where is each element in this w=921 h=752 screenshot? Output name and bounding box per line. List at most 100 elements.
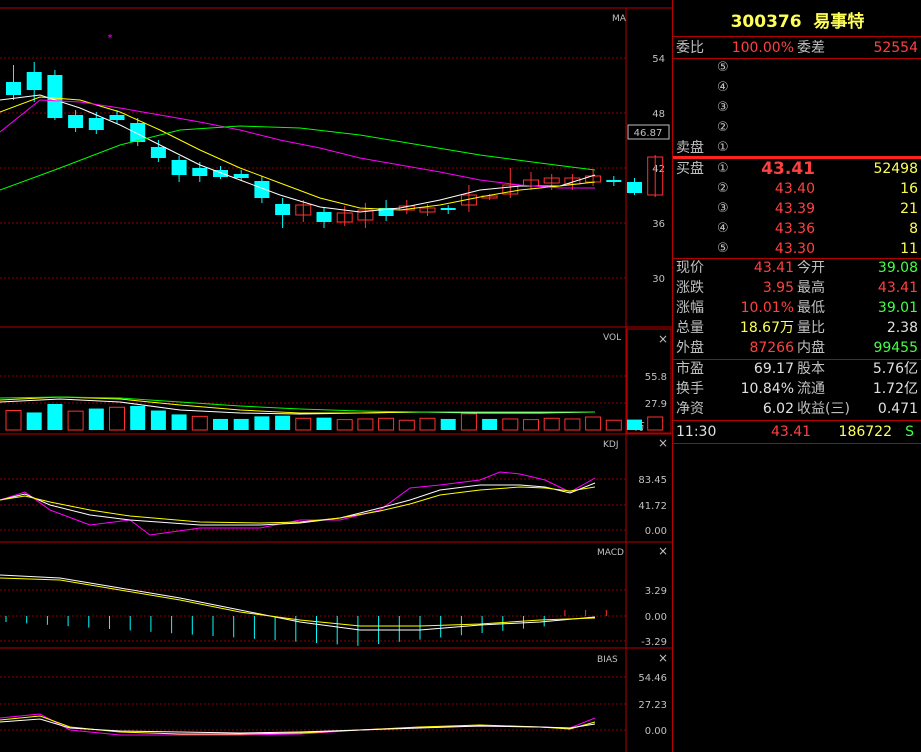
candle-body-down [254, 181, 270, 198]
mark-star: * [108, 33, 113, 44]
volume-bar-up [647, 416, 664, 431]
volume-bar-up [378, 417, 395, 431]
weibi-label: 委比 [676, 40, 704, 56]
stat-label: 总量 [676, 320, 704, 336]
candle-body-down [606, 180, 622, 182]
stat-row: 现价 43.41 今开 39.08 [673, 258, 921, 278]
buy-volume: 8 [909, 221, 918, 237]
weibi-value: 100.00% [731, 40, 794, 56]
fundamental-row: 换手 10.84% 流通 1.72亿 [673, 379, 921, 399]
volume-bar-up [523, 419, 539, 431]
buy-level-row: ② 43.40 16 [673, 179, 921, 199]
macd-tick-label: 0.00 [645, 612, 667, 623]
close-icon[interactable]: × [658, 651, 668, 665]
stat-value: 10.01% [740, 300, 794, 316]
buy-price: 43.36 [774, 221, 815, 237]
volume-bar-down [316, 417, 332, 430]
volume-bar-up [460, 413, 477, 431]
weibi-row: 委比 100.00% 委差 52554 [673, 38, 921, 58]
tick-time: 11:30 [676, 424, 717, 440]
bias-line-2 [0, 715, 596, 735]
stat-label: 涨跌 [676, 280, 704, 296]
sell-level-number: ① [717, 140, 729, 155]
close-icon[interactable]: × [658, 332, 668, 346]
ma-label: MA [612, 14, 627, 24]
price-tick-label: 36 [652, 219, 665, 230]
candle-body-down [26, 72, 42, 90]
kline-chart-area[interactable]: MA544842363046.87VOL55.827.9X万KDJ83.4541… [0, 0, 672, 752]
bias-tick-label: 54.46 [638, 673, 667, 684]
fund-label: 净资 [676, 401, 704, 417]
sell-level-number: ② [717, 120, 729, 135]
macd-label: MACD [597, 548, 624, 558]
volume-bar-up [5, 410, 22, 431]
stat-value: 43.41 [877, 280, 918, 296]
stat-value: 39.08 [877, 260, 918, 276]
candle-body-down [109, 115, 125, 120]
stock-header: 300376 易事特 [673, 8, 921, 37]
bias-tick-label: 0.00 [645, 726, 667, 737]
stat-value: 3.95 [762, 280, 794, 296]
kdj-j-line [0, 471, 596, 536]
tick-row: 11:30 43.41 186722 S [673, 422, 921, 442]
kdj-tick-label: 0.00 [645, 526, 667, 537]
stat-label: 量比 [797, 320, 825, 336]
volume-bar-down [88, 408, 104, 430]
buy-price: 43.41 [761, 159, 815, 179]
fund-value: 69.17 [753, 361, 794, 377]
volume-bar-down [275, 415, 291, 430]
price-tick-label: 54 [652, 54, 665, 65]
stat-row: 涨幅 10.01% 最低 39.01 [673, 298, 921, 318]
sell-level-row: ④ [673, 78, 921, 98]
candle-body-down [275, 204, 291, 215]
close-icon[interactable]: × [658, 544, 668, 558]
stat-label: 内盘 [797, 340, 825, 356]
vol-tick-label: 27.9 [645, 399, 667, 410]
buy-price: 43.30 [774, 241, 815, 257]
volume-bar-up [398, 419, 415, 431]
sell-level-row: ③ [673, 98, 921, 118]
stat-row: 总量 18.67万 量比 2.38 [673, 318, 921, 338]
bias-label: BIAS [597, 655, 618, 665]
fundamental-row: 市盈 69.17 股本 5.76亿 [673, 359, 921, 379]
volume-bar-down [26, 412, 42, 430]
buy-volume: 16 [900, 181, 918, 197]
volume-bar-up [502, 418, 519, 431]
bias-tick-label: 27.23 [638, 700, 667, 711]
buy-level-number: ⑤ [717, 241, 729, 256]
stat-label: 今开 [797, 260, 825, 276]
tick-volume: 186722 [838, 424, 892, 440]
sell-level-row: ⑤ [673, 58, 921, 78]
stock-name: 易事特 [813, 12, 865, 32]
volume-bar-down [213, 418, 228, 430]
stat-label: 外盘 [676, 340, 704, 356]
volume-bar-up [357, 418, 374, 431]
fund-label: 股本 [797, 361, 825, 377]
buy-price: 43.40 [774, 181, 815, 197]
candle-body-down [88, 118, 104, 130]
quote-panel: 300376 易事特 委比 100.00% 委差 52554 ⑤ ④ ③ ② 卖盘 ① 买盘 ① 43.4… [672, 0, 921, 752]
stat-value: 2.38 [886, 320, 918, 336]
tick-side: S [905, 424, 914, 440]
stat-row: 涨跌 3.95 最高 43.41 [673, 278, 921, 298]
volume-bar-up [109, 406, 125, 431]
kdj-label: KDJ [603, 440, 619, 450]
macd-tick-label: -3.29 [641, 637, 667, 648]
fund-label: 流通 [797, 381, 825, 397]
fund-value: 6.02 [762, 401, 794, 417]
divider [673, 420, 921, 421]
close-icon[interactable]: × [658, 436, 668, 450]
sell-level-number: ④ [717, 80, 729, 95]
buy-volume: 11 [900, 241, 918, 257]
volume-bar-up [67, 410, 84, 431]
buy-level-row: ③ 43.39 21 [673, 199, 921, 219]
stat-label: 现价 [676, 260, 704, 276]
stock-code: 300376 [730, 12, 802, 32]
buy-volume: 52498 [873, 161, 918, 177]
stat-label: 最低 [797, 300, 825, 316]
macd-tick-label: 3.29 [645, 586, 667, 597]
weicha-value: 52554 [873, 40, 918, 56]
sell-level-row: ② [673, 118, 921, 138]
volume-bar-down [150, 410, 166, 430]
volume-bar-down [254, 416, 270, 430]
